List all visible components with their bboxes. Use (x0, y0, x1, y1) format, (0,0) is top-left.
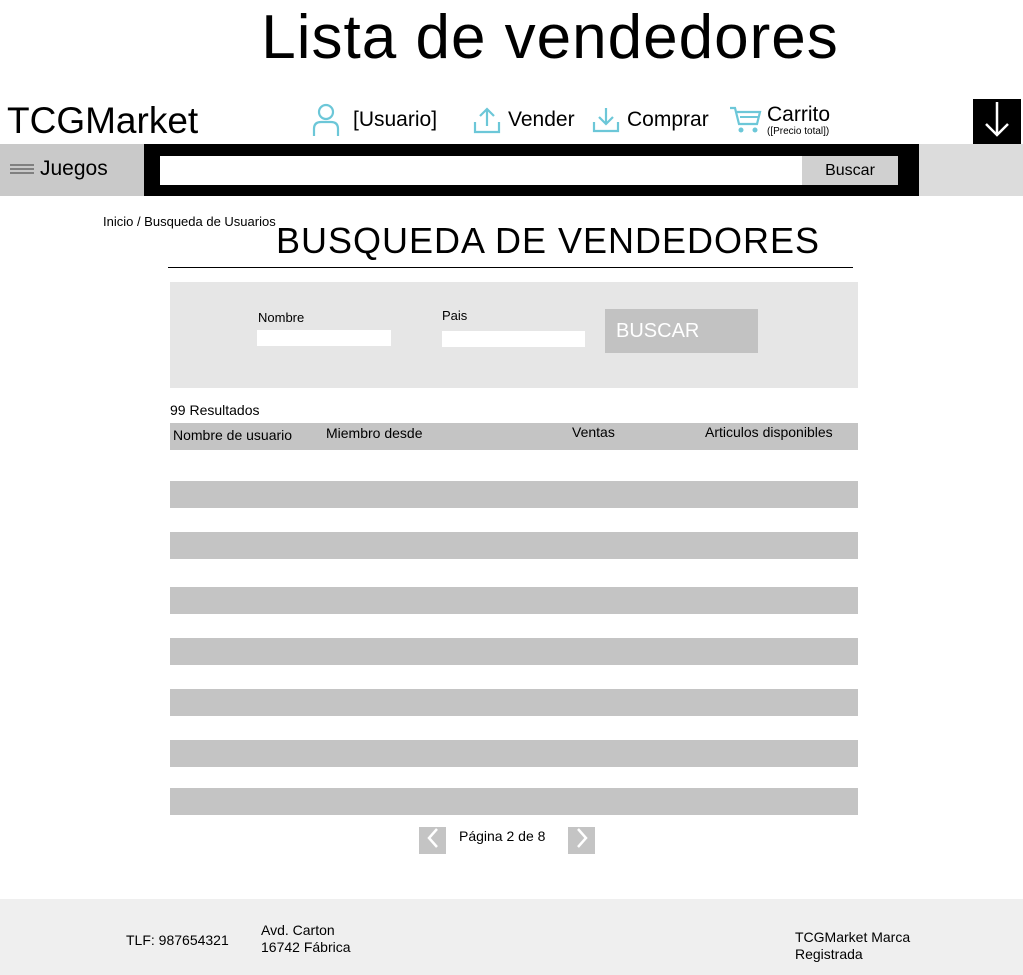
previous-page-button[interactable] (419, 827, 446, 854)
brand-logo[interactable]: TCGMarket (7, 100, 198, 142)
table-row[interactable] (170, 481, 858, 508)
buy-link[interactable]: Comprar (592, 100, 709, 140)
section-title: BUSQUEDA DE VENDEDORES (275, 220, 821, 261)
filter-panel: Nombre Pais BUSCAR (170, 282, 858, 388)
country-label: Pais (442, 308, 468, 323)
cart-label: Carrito (767, 102, 831, 126)
name-field[interactable] (257, 330, 391, 346)
cart-link[interactable]: Carrito ([Precio total]) (729, 100, 830, 140)
topbar-right-bg (919, 144, 1023, 196)
filter-search-button[interactable]: BUSCAR (605, 309, 758, 353)
arrow-down-icon (984, 100, 1010, 143)
pagination-text: Página 2 de 8 (459, 828, 546, 844)
results-count: 99 Resultados (170, 402, 260, 418)
footer-address-line2: 16742 Fábrica (261, 939, 351, 955)
user-label: [Usuario] (353, 108, 438, 131)
search-bar: Buscar (144, 144, 919, 196)
user-icon (311, 103, 341, 137)
country-field[interactable] (442, 331, 585, 347)
buy-label: Comprar (627, 108, 709, 131)
download-icon (592, 106, 620, 134)
table-row[interactable] (170, 689, 858, 716)
table-row[interactable] (170, 788, 858, 815)
table-header: Nombre de usuario Miembro desde Ventas A… (170, 423, 858, 450)
page-heading: Lista de vendedores (261, 3, 839, 72)
chevron-right-icon (575, 827, 589, 854)
table-row[interactable] (170, 532, 858, 559)
footer: TLF: 987654321 Avd. Carton 16742 Fábrica… (0, 899, 1023, 975)
table-row[interactable] (170, 587, 858, 614)
title-divider (168, 267, 853, 268)
games-menu[interactable]: Juegos (10, 157, 108, 181)
footer-address-line1: Avd. Carton (261, 922, 335, 938)
name-label: Nombre (258, 310, 305, 325)
sell-link[interactable]: Vender (473, 100, 575, 140)
cart-total: ([Precio total]) (767, 125, 830, 137)
search-input[interactable] (160, 156, 814, 185)
footer-brand-line2: Registrada (795, 946, 863, 962)
table-row[interactable] (170, 740, 858, 767)
sell-label: Vender (508, 108, 575, 131)
column-header-member-since[interactable]: Miembro desde (326, 425, 423, 441)
table-row[interactable] (170, 638, 858, 665)
column-header-username[interactable]: Nombre de usuario (173, 427, 292, 443)
cart-icon (729, 105, 763, 135)
games-label: Juegos (40, 157, 108, 180)
column-header-sales[interactable]: Ventas (572, 424, 615, 440)
upload-icon (473, 106, 501, 134)
hamburger-icon (10, 157, 34, 181)
search-button[interactable]: Buscar (802, 156, 898, 185)
next-page-button[interactable] (568, 827, 595, 854)
chevron-left-icon (426, 827, 440, 854)
user-menu[interactable]: [Usuario] (311, 100, 437, 140)
arrow-down-button[interactable] (973, 99, 1021, 144)
footer-phone: TLF: 987654321 (126, 932, 229, 948)
footer-brand-line1: TCGMarket Marca (795, 929, 911, 945)
column-header-available-items[interactable]: Articulos disponibles (705, 424, 833, 440)
